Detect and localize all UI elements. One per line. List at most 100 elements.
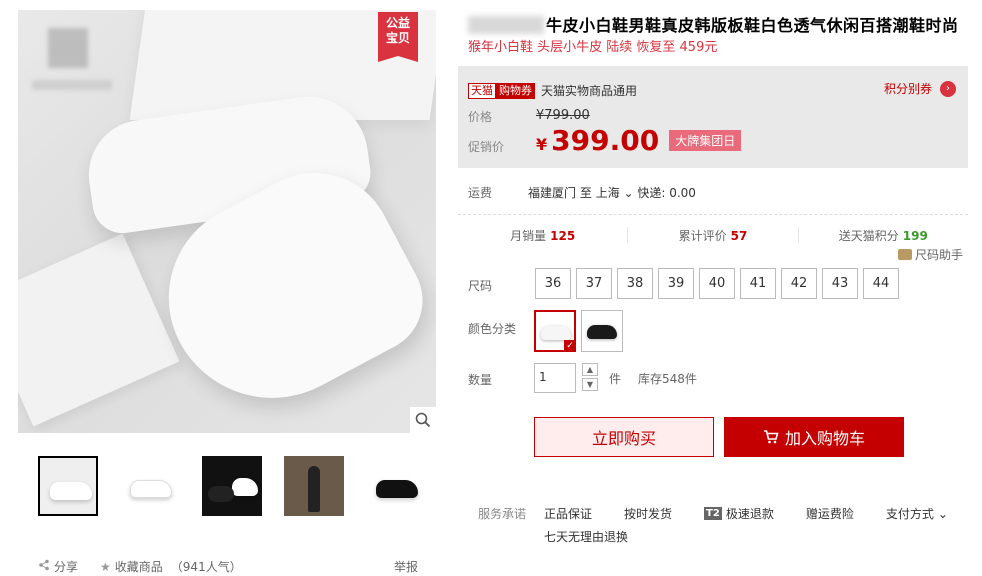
- color-option[interactable]: [581, 310, 623, 352]
- service-label: 服务承诺: [478, 507, 527, 521]
- charity-badge-line1: 公益: [385, 16, 410, 30]
- product-page: 公益 宝贝 分享 ★ 收藏商品 （941人气） 举报 牛皮小白鞋男鞋真皮韩版板鞋…: [0, 0, 982, 576]
- size-label: 尺码: [468, 279, 493, 293]
- product-subtitle: 猴年小白鞋 头层小牛皮 陆续 恢复至 459元: [468, 40, 718, 55]
- thumbnail-1[interactable]: [38, 456, 98, 516]
- blurred-brand-text: [32, 80, 112, 90]
- tmall-tag: 天猫: [468, 82, 496, 99]
- shoe-swatch: [587, 325, 617, 339]
- blurred-brand: [468, 16, 544, 34]
- shipping-label: 运费: [468, 186, 493, 200]
- add-to-cart-button[interactable]: 加入购物车: [724, 417, 904, 457]
- size-option[interactable]: 43: [822, 268, 858, 299]
- zoom-button[interactable]: [410, 407, 436, 433]
- service-item[interactable]: 正品保证: [544, 505, 592, 522]
- size-option[interactable]: 37: [576, 268, 612, 299]
- divider: [458, 214, 968, 215]
- tmall-points-value: 199: [902, 229, 928, 243]
- favorite-link[interactable]: ★ 收藏商品 （941人气）: [100, 558, 242, 575]
- quantity-unit: 件: [609, 372, 622, 386]
- buy-now-label: 立即购买: [591, 429, 656, 448]
- size-option[interactable]: 36: [535, 268, 571, 299]
- shipping-row: 运费 福建厦门 至 上海 ⌄ 快递: 0.00: [468, 184, 696, 201]
- charity-badge-line2: 宝贝: [385, 31, 410, 45]
- image-backdrop-box: [18, 233, 180, 427]
- monthly-sales: 月销量 125: [458, 227, 629, 243]
- share-link[interactable]: 分享: [38, 558, 78, 575]
- promo-price-label: 促销价: [468, 140, 505, 154]
- product-title: 牛皮小白鞋男鞋真皮韩版板鞋白色透气休闲百搭潮鞋时尚: [468, 12, 959, 36]
- thumbnail-5[interactable]: [366, 456, 426, 516]
- size-option[interactable]: 39: [658, 268, 694, 299]
- size-option[interactable]: 40: [699, 268, 735, 299]
- service-extra: 七天无理由退换: [544, 530, 629, 544]
- ruler-icon: [898, 249, 912, 260]
- price-label: 价格: [468, 110, 493, 124]
- blurred-logo: [48, 28, 88, 68]
- decrement-button[interactable]: ▼: [582, 378, 598, 391]
- shipping-fee: 快递: 0.00: [637, 186, 696, 200]
- size-option[interactable]: 44: [863, 268, 899, 299]
- color-options: [534, 310, 623, 352]
- popularity-count: （941人气）: [170, 560, 242, 574]
- cart-icon: [763, 430, 779, 444]
- size-options: 36 37 38 39 40 41 42 43 44: [535, 268, 899, 299]
- size-option[interactable]: 41: [740, 268, 776, 299]
- service-item[interactable]: T2 极速退款: [704, 505, 774, 522]
- item-actions: 分享 ★ 收藏商品 （941人气）: [38, 558, 242, 575]
- thumbnail-2[interactable]: [120, 456, 180, 516]
- star-icon: ★: [100, 559, 111, 574]
- shipping-route[interactable]: 福建厦门 至 上海: [528, 186, 620, 200]
- points-coupon-link[interactable]: 积分别券 ›: [884, 80, 956, 97]
- size-helper-label: 尺码助手: [915, 248, 964, 262]
- payment-methods[interactable]: 支付方式 ⌄: [886, 505, 948, 522]
- service-item[interactable]: 赠运费险: [806, 505, 854, 522]
- thumbnail-strip: [38, 456, 426, 516]
- price-panel: 天猫 购物券 天猫实物商品通用 积分别券 › 价格 ¥799.00 促销价 ¥ …: [458, 66, 968, 168]
- color-label: 颜色分类: [468, 322, 517, 336]
- share-icon: [38, 559, 50, 574]
- main-product-image[interactable]: [18, 10, 436, 433]
- coupon-desc: 天猫实物商品通用: [541, 84, 638, 98]
- currency-symbol: ¥: [536, 135, 548, 154]
- color-option[interactable]: [534, 310, 576, 352]
- magnifier-icon: [415, 412, 431, 428]
- promo-price: ¥ 399.00 大牌集团日: [536, 124, 742, 157]
- monthly-sales-value: 125: [550, 229, 576, 243]
- tmall-points: 送天猫积分 199: [838, 229, 928, 243]
- quantity-label: 数量: [468, 373, 493, 387]
- size-option[interactable]: 38: [617, 268, 653, 299]
- chevron-down-icon[interactable]: ⌄: [623, 186, 633, 200]
- product-title-text: 牛皮小白鞋男鞋真皮韩版板鞋白色透气休闲百搭潮鞋时尚: [546, 16, 959, 35]
- tmall-coupon-tag: 天猫 购物券 天猫实物商品通用: [468, 82, 637, 99]
- favorite-label: 收藏商品: [114, 560, 163, 574]
- buy-now-button[interactable]: 立即购买: [534, 417, 714, 457]
- promo-price-value: 399.00: [551, 124, 660, 157]
- service-item[interactable]: 按时发货: [624, 505, 672, 522]
- points-coupon-label: 积分别券: [883, 82, 932, 96]
- quantity-input[interactable]: 1: [534, 363, 576, 393]
- add-to-cart-label: 加入购物车: [784, 429, 865, 448]
- increment-button[interactable]: ▲: [582, 363, 598, 376]
- shipping-value: 福建厦门 至 上海 ⌄ 快递: 0.00: [528, 184, 696, 201]
- thumbnail-4[interactable]: [284, 456, 344, 516]
- original-price: ¥799.00: [536, 108, 590, 123]
- size-helper-link[interactable]: 尺码助手: [898, 246, 963, 263]
- total-reviews-value: 57: [730, 229, 748, 243]
- thumbnail-3[interactable]: [202, 456, 262, 516]
- service-promises: 服务承诺 正品保证 按时发货 T2 极速退款 赠运费险 支付方式 ⌄: [478, 505, 980, 522]
- chevron-right-icon: ›: [940, 80, 956, 97]
- chevron-down-icon: ⌄: [937, 506, 948, 521]
- report-link[interactable]: 举报: [394, 558, 418, 575]
- share-label: 分享: [54, 560, 79, 574]
- t2-icon: T2: [704, 507, 722, 520]
- size-option[interactable]: 42: [781, 268, 817, 299]
- stock-count: 库存548件: [638, 372, 697, 386]
- sales-stats: 月销量 125 累计评价 57 送天猫积分 199: [458, 227, 968, 243]
- charity-badge: 公益 宝贝: [378, 12, 418, 62]
- total-reviews[interactable]: 累计评价 57: [628, 227, 799, 243]
- coupon-tag: 购物券: [496, 82, 535, 99]
- promo-badge: 大牌集团日: [669, 130, 742, 151]
- quantity-stepper: ▲ ▼: [582, 363, 598, 391]
- shoe-swatch: [541, 326, 571, 340]
